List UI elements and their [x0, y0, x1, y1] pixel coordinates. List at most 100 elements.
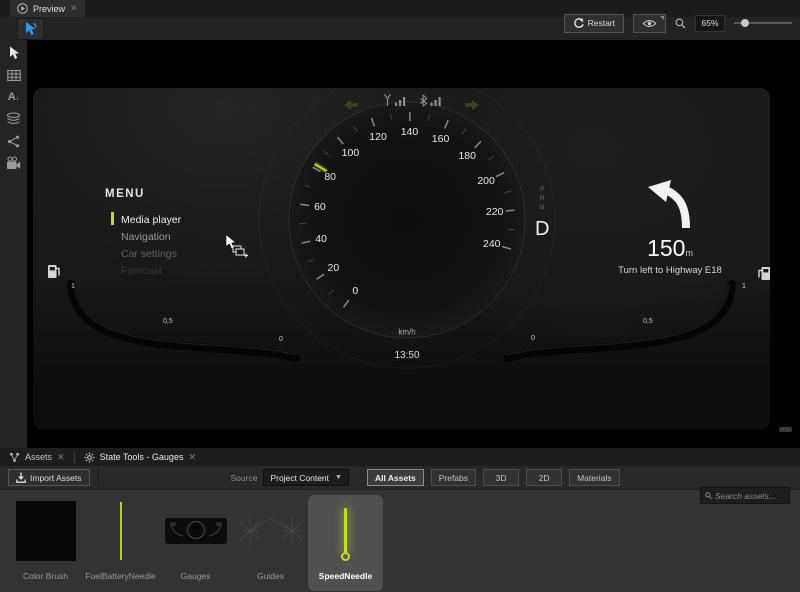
source-dropdown[interactable]: Project Content ▼	[263, 469, 349, 486]
menu-item-media-player[interactable]: Media player	[121, 211, 181, 228]
fuel-right-label-half: 0,5	[643, 318, 653, 325]
asset-label: SpeedNeedle	[319, 571, 372, 581]
tab-preview[interactable]: Preview ✕	[10, 0, 85, 17]
gauge-number-20: 20	[328, 262, 340, 274]
cell-signal-icon	[384, 94, 408, 112]
asset-label: Gauges	[181, 571, 211, 581]
menu-item-label: Navigation	[121, 231, 171, 243]
instrument-cluster: MENU Media playerNavigationCar settingsF…	[33, 88, 770, 429]
gauge-number-240: 240	[483, 238, 501, 250]
tab-state-tools-gauges[interactable]: State Tools - Gauges ✕	[75, 448, 205, 466]
header-controls: Restart 65%	[564, 13, 792, 33]
interaction-pointer-button[interactable]	[17, 18, 44, 40]
tab-assets-label: Assets	[25, 452, 52, 462]
gauges-thumbnail	[158, 495, 233, 567]
gauge-number-0: 0	[352, 285, 358, 297]
gauge-number-140: 140	[401, 126, 419, 138]
menu-item-forecast[interactable]: Forecast	[121, 262, 181, 279]
gear-selected: D	[535, 218, 549, 241]
preview-viewport[interactable]: MENU Media playerNavigationCar settingsF…	[27, 40, 800, 448]
navigation-instruction: Turn left to Highway E18	[590, 265, 750, 276]
camera-icon	[6, 156, 21, 170]
fuel-left-label-full: 1	[71, 283, 75, 290]
gear-indicator: P R N D	[535, 185, 549, 241]
asset-label: FuelBatteryNeedle	[85, 571, 155, 581]
filter-3d[interactable]: 3D	[483, 469, 519, 486]
asset-label: Guides	[257, 571, 284, 581]
fuel-right-arc	[507, 284, 732, 358]
zoom-slider[interactable]	[734, 13, 792, 33]
asset-color-brush[interactable]: Color Brush	[8, 495, 83, 591]
select-tool-button[interactable]	[4, 44, 24, 62]
assets-grid: Color Brush FuelBatteryNeedle	[0, 491, 800, 592]
header: Preview ✕ Restart 65%	[0, 0, 800, 40]
connections-tool-button[interactable]	[4, 132, 24, 150]
navigation-panel: 150m Turn left to Highway E18	[590, 178, 750, 276]
turn-left-arrow-icon	[644, 178, 696, 228]
select-arrow-icon	[8, 46, 20, 60]
assets-panel: Assets ✕ State Tools - Gauges ✕	[0, 448, 800, 592]
import-icon	[16, 472, 26, 483]
dropdown-corner-indicator	[660, 16, 664, 20]
gauge-number-220: 220	[486, 206, 504, 218]
text-tool-button[interactable]: A↓	[4, 88, 24, 106]
filter-2d[interactable]: 2D	[526, 469, 562, 486]
import-assets-button[interactable]: Import Assets	[8, 469, 90, 486]
filter-prefabs[interactable]: Prefabs	[431, 469, 476, 486]
gauge-number-160: 160	[432, 133, 450, 145]
gauge-number-200: 200	[477, 175, 495, 187]
zoom-level-value[interactable]: 65%	[695, 15, 725, 32]
menu-selected-indicator	[111, 212, 114, 225]
tab-assets-close-icon[interactable]: ✕	[57, 453, 65, 462]
gauge-number-180: 180	[458, 150, 476, 162]
layers-tool-button[interactable]	[4, 110, 24, 128]
fuel-left-label-half: 0,5	[163, 318, 173, 325]
fuel-battery-needle-thumbnail	[83, 495, 158, 567]
cluster-menu: MENU Media playerNavigationCar settingsF…	[105, 188, 181, 279]
navigation-distance: 150m	[590, 237, 750, 260]
menu-item-navigation[interactable]: Navigation	[121, 228, 181, 245]
source-dropdown-value: Project Content	[270, 473, 329, 483]
visibility-button[interactable]	[633, 14, 666, 33]
tab-assets[interactable]: Assets ✕	[0, 448, 74, 466]
restart-button[interactable]: Restart	[564, 14, 624, 33]
distance-unit: m	[685, 248, 693, 258]
distance-value: 150	[647, 235, 685, 261]
fuel-right-label-full: 1	[742, 283, 746, 290]
gauge-tick	[506, 210, 515, 211]
chevron-down-icon: ▼	[335, 474, 342, 481]
asset-speed-needle[interactable]: SpeedNeedle	[308, 495, 383, 591]
fuel-left-arc	[71, 284, 296, 358]
asset-fuel-battery-needle[interactable]: FuelBatteryNeedle	[83, 495, 158, 591]
menu-items: Media player Navigation Car settingsForeca…	[121, 211, 181, 279]
filter-materials[interactable]: Materials	[569, 469, 619, 486]
camera-tool-button[interactable]	[4, 154, 24, 172]
viewport-scrollbar[interactable]	[779, 427, 792, 432]
toolbar-divider	[98, 469, 99, 487]
state-tools-tab-icon	[84, 452, 95, 463]
tool-sidebar: A↓	[0, 40, 27, 448]
gauge-number-40: 40	[315, 233, 327, 245]
tab-state-tools-label: State Tools - Gauges	[100, 452, 184, 462]
grid-tool-button[interactable]	[4, 66, 24, 84]
tab-close-icon[interactable]: ✕	[70, 4, 78, 13]
play-circle-icon	[17, 3, 28, 14]
restart-label: Restart	[588, 18, 615, 28]
filter-all-assets[interactable]: All Assets	[367, 469, 424, 486]
asset-gauges[interactable]: Gauges	[158, 495, 233, 591]
color-brush-thumbnail	[8, 495, 83, 567]
blue-cursor-icon	[23, 21, 38, 37]
asset-guides[interactable]: Guides	[233, 495, 308, 591]
filter-buttons: All Assets Prefabs 3D 2D Materials	[367, 469, 620, 486]
gauge-number-80: 80	[324, 171, 336, 183]
menu-item-car-settings[interactable]: Car settings	[121, 245, 181, 262]
tab-state-tools-close-icon[interactable]: ✕	[188, 453, 196, 462]
drag-copy-cursor	[225, 234, 248, 263]
zoom-slider-handle[interactable]	[741, 19, 749, 27]
main-area: A↓	[0, 40, 800, 448]
charger-icon	[757, 265, 770, 286]
import-assets-label: Import Assets	[30, 473, 82, 483]
clock: 13:50	[377, 350, 437, 361]
speed-needle-thumbnail	[308, 495, 383, 567]
layers-icon	[6, 112, 21, 126]
